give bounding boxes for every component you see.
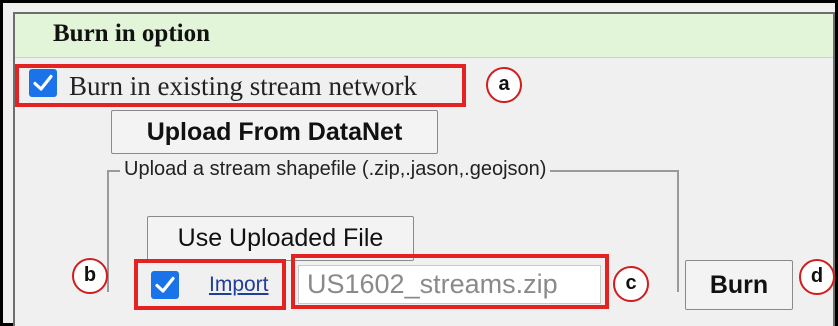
callout-b: b — [72, 258, 108, 294]
callout-a: a — [486, 67, 522, 103]
import-link[interactable]: Import — [209, 273, 269, 297]
shapefile-legend: Upload a stream shapefile (.zip,.jason,.… — [120, 158, 551, 181]
callout-c: c — [613, 266, 649, 302]
checkmark-icon — [33, 74, 53, 91]
uploaded-file-input[interactable]: US1602_streams.zip — [298, 265, 601, 304]
panel-title: Burn in option — [53, 20, 211, 47]
upload-from-datanet-button[interactable]: Upload From DataNet — [111, 110, 438, 154]
burn-existing-checkbox[interactable] — [29, 69, 57, 97]
callout-d: d — [799, 259, 835, 295]
burn-existing-label: Burn in existing stream network — [69, 71, 417, 101]
burn-button[interactable]: Burn — [685, 260, 793, 310]
import-checkbox[interactable] — [151, 271, 179, 299]
checkmark-icon — [155, 276, 175, 293]
